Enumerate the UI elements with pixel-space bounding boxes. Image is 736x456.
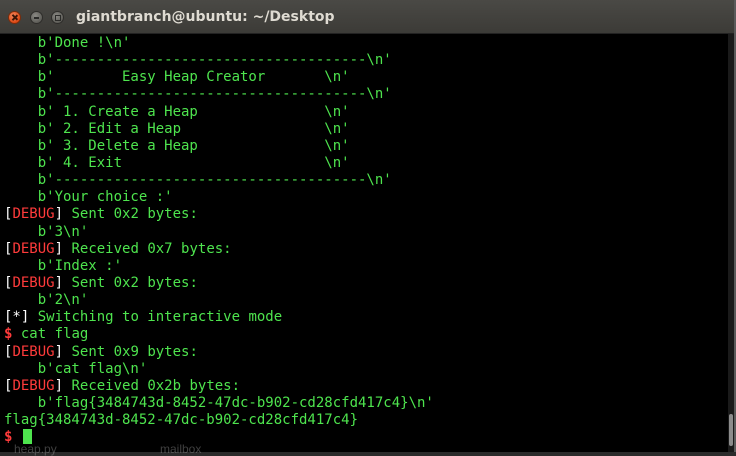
taskbar-item-mailbox: mailbox (160, 442, 202, 456)
terminal-line: b'-------------------------------------\… (4, 52, 434, 69)
debug-tag: DEBUG (12, 274, 55, 291)
terminal-line: b'Your choice :' (4, 189, 434, 206)
terminal-line: [DEBUG] Sent 0x2 bytes: (4, 275, 434, 292)
debug-bracket: ] (54, 240, 64, 257)
terminal-line: b' 2. Edit a Heap \n' (4, 121, 434, 138)
line-text: b'flag{3484743d-8452-47dc-b902-cd28cfd41… (4, 394, 434, 411)
terminal-window: giantbranch@ubuntu: ~/Desktop b'Done !\n… (0, 0, 734, 452)
window-title: giantbranch@ubuntu: ~/Desktop (76, 9, 335, 25)
debug-bracket: ] (54, 343, 64, 360)
line-text: b' 4. Exit \n' (4, 154, 350, 171)
line-text: Sent 0x2 bytes: (63, 274, 198, 291)
minimize-icon[interactable] (30, 11, 43, 24)
terminal-line: b'cat flag\n' (4, 361, 434, 378)
line-text: b' 3. Delete a Heap \n' (4, 137, 350, 154)
terminal-line: [DEBUG] Received 0x7 bytes: (4, 241, 434, 258)
debug-tag: DEBUG (12, 206, 55, 223)
terminal-line: [DEBUG] Received 0x2b bytes: (4, 378, 434, 395)
terminal-line: b'Index :' (4, 258, 434, 275)
terminal-line: b'2\n' (4, 292, 434, 309)
debug-bracket: [*] (4, 309, 30, 326)
line-text: Received 0x2b bytes: (63, 377, 241, 394)
terminal-line: $ cat flag (4, 326, 434, 343)
debug-bracket: ] (54, 377, 64, 394)
terminal-line: b' 3. Delete a Heap \n' (4, 138, 434, 155)
debug-tag: DEBUG (12, 377, 55, 394)
terminal-line: b'3\n' (4, 224, 434, 241)
scrollbar-thumb[interactable] (729, 414, 733, 446)
maximize-icon[interactable] (51, 11, 64, 24)
terminal-line: b'flag{3484743d-8452-47dc-b902-cd28cfd41… (4, 395, 434, 412)
line-text: b' Easy Heap Creator \n' (4, 69, 350, 86)
line-text: b'2\n' (4, 292, 89, 309)
line-text: b'-------------------------------------\… (4, 86, 392, 103)
line-text: b'-------------------------------------\… (4, 52, 392, 69)
close-icon[interactable] (8, 11, 21, 24)
line-text: b'cat flag\n' (4, 360, 148, 377)
debug-bracket: ] (54, 274, 64, 291)
terminal-line: b'-------------------------------------\… (4, 86, 434, 103)
debug-tag: DEBUG (12, 240, 55, 257)
debug-bracket: ] (54, 206, 64, 223)
terminal-line: [*] Switching to interactive mode (4, 309, 434, 326)
terminal-line: flag{3484743d-8452-47dc-b902-cd28cfd417c… (4, 412, 434, 429)
terminal-line: b' 1. Create a Heap \n' (4, 104, 434, 121)
terminal-line: [DEBUG] Sent 0x2 bytes: (4, 206, 434, 223)
terminal-line: $ (4, 429, 434, 446)
terminal-lines: b'Done !\n' b'--------------------------… (4, 35, 434, 446)
line-text: Switching to interactive mode (29, 309, 283, 326)
line-text: b'Done !\n' (4, 35, 131, 51)
terminal-line: [DEBUG] Sent 0x9 bytes: (4, 344, 434, 361)
title-bar[interactable]: giantbranch@ubuntu: ~/Desktop (0, 0, 734, 34)
line-text: b' 1. Create a Heap \n' (4, 103, 350, 120)
line-text: cat flag (12, 326, 89, 343)
debug-tag: DEBUG (12, 343, 55, 360)
line-text: Received 0x7 bytes: (63, 240, 232, 257)
line-text: b'3\n' (4, 223, 89, 240)
line-text: b'Your choice :' (4, 189, 173, 206)
terminal-output-area[interactable]: b'Done !\n' b'--------------------------… (0, 34, 728, 452)
line-text: b'Index :' (4, 257, 123, 274)
line-text: Sent 0x9 bytes: (63, 343, 198, 360)
taskbar-item-heap-py: heap.py (14, 442, 57, 456)
terminal-line: b'Done !\n' (4, 35, 434, 52)
terminal-line: b'-------------------------------------\… (4, 172, 434, 189)
terminal-line: b' 4. Exit \n' (4, 155, 434, 172)
line-text: Sent 0x2 bytes: (63, 206, 198, 223)
line-text: flag{3484743d-8452-47dc-b902-cd28cfd417c… (4, 412, 359, 429)
terminal-line: b' Easy Heap Creator \n' (4, 69, 434, 86)
line-text: b'-------------------------------------\… (4, 172, 392, 189)
line-text: b' 2. Edit a Heap \n' (4, 120, 350, 137)
